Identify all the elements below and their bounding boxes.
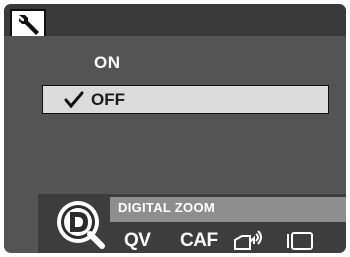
- continuous-af-icon[interactable]: CAF: [180, 230, 218, 252]
- camera-menu-screen: ON OFF DIGITAL ZOOM QV CAF: [4, 4, 346, 253]
- menu-tab-bar: [4, 4, 346, 36]
- option-off-label: OFF: [91, 90, 125, 109]
- wrench-icon: [19, 15, 39, 35]
- option-off-row[interactable]: OFF: [42, 85, 329, 114]
- quick-view-icon[interactable]: QV: [124, 230, 151, 252]
- hand-signal-icon[interactable]: [232, 228, 266, 252]
- option-on[interactable]: ON: [94, 53, 121, 73]
- screen-frame-icon[interactable]: [286, 231, 316, 251]
- settings-tab[interactable]: [10, 9, 46, 36]
- menu-caption: DIGITAL ZOOM: [118, 200, 215, 215]
- digital-zoom-d-icon: [57, 201, 105, 249]
- checkmark-icon: [64, 91, 84, 109]
